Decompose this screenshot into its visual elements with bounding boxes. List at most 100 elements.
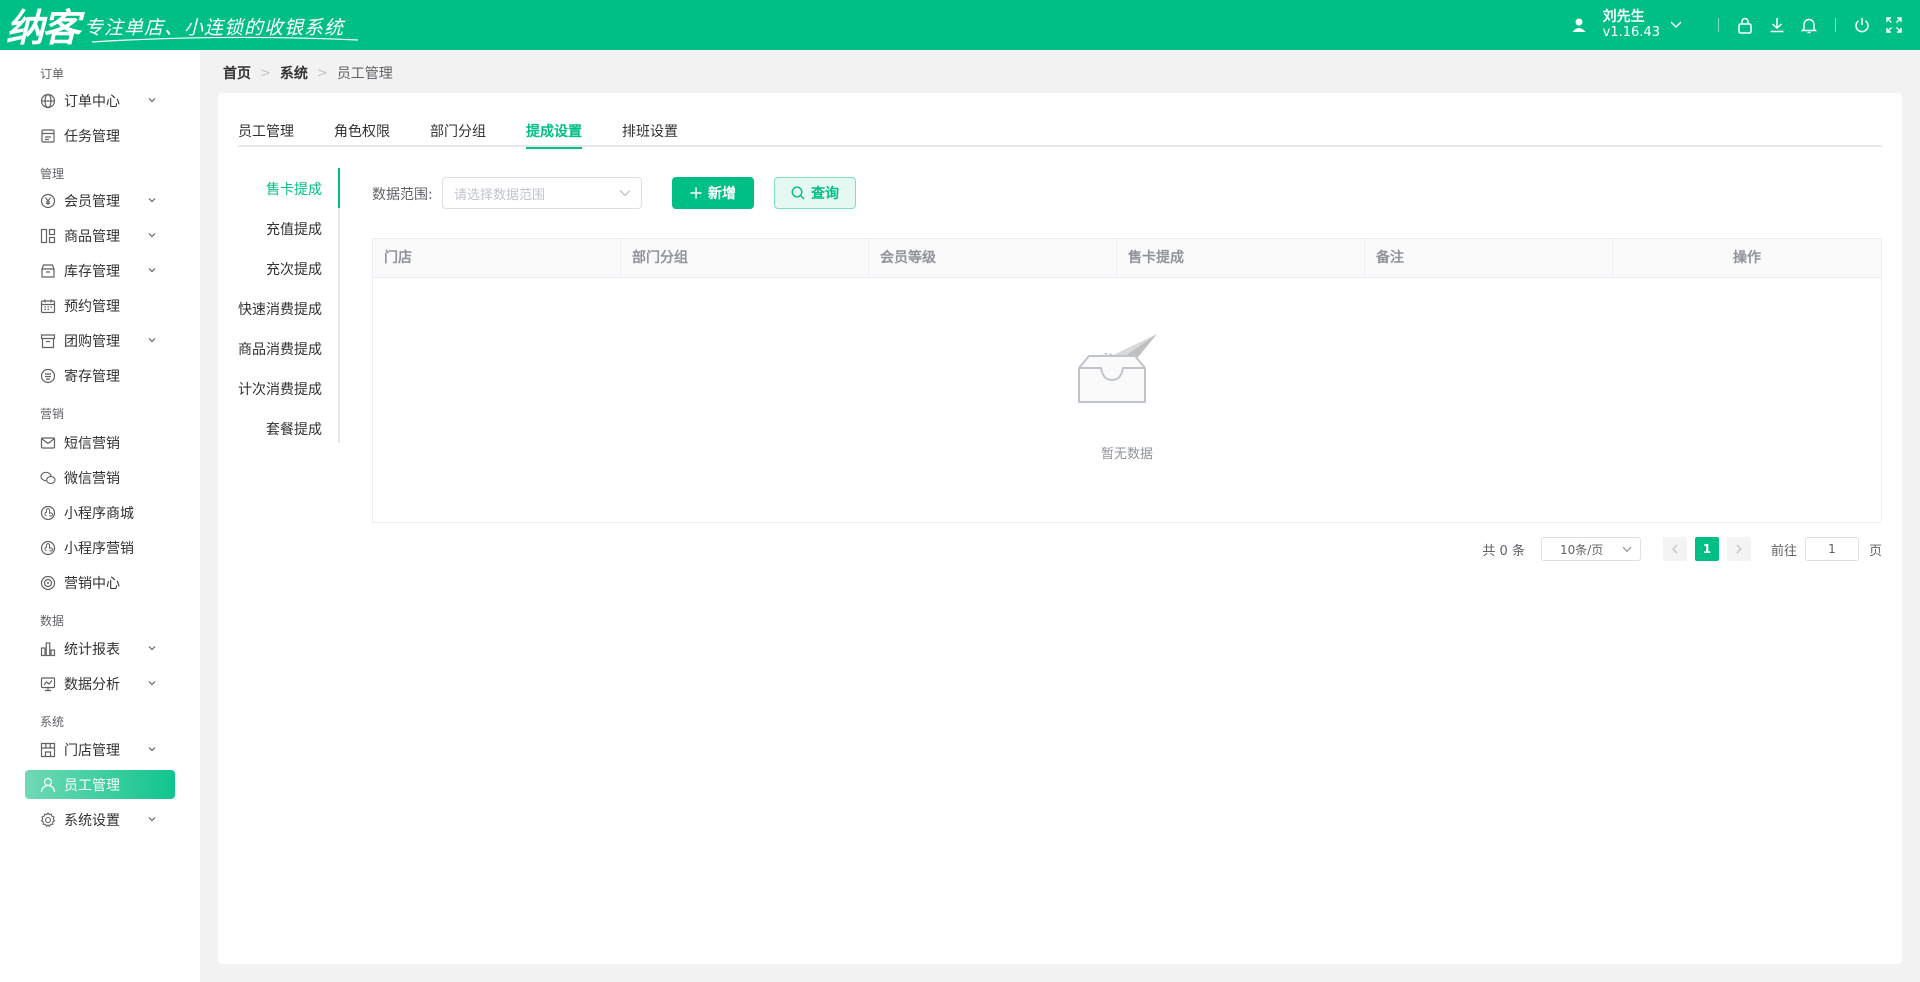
tab-commission[interactable]: 提成设置 [526, 121, 582, 149]
side-tab-count-consume[interactable]: 计次消费提成 [238, 379, 322, 399]
add-button[interactable]: 新增 [672, 177, 754, 209]
tab-staff[interactable]: 员工管理 [238, 121, 294, 147]
chevron-down-icon [619, 190, 631, 197]
sidebar-group-order: 订单 [40, 67, 65, 81]
table-header: 门店 部门分组 会员等级 售卡提成 备注 操作 [373, 239, 1881, 278]
target-icon [40, 575, 56, 591]
chevron-down-icon [148, 681, 156, 686]
side-tab-recharge[interactable]: 充值提成 [266, 219, 322, 239]
sidebar-item-label: 微信营销 [64, 470, 120, 487]
wechat-icon [40, 470, 56, 486]
top-header: 纳客 专注单店、小连锁的收银系统 刘先生 v1.16.43 [0, 0, 1920, 50]
top-tabs: 员工管理 角色权限 部门分组 提成设置 排班设置 [238, 121, 1882, 149]
sidebar-item-reports[interactable]: 统计报表 [25, 634, 175, 663]
person-icon [40, 777, 56, 793]
column-header-store: 门店 [373, 239, 621, 278]
sidebar-item-tasks[interactable]: 任务管理 [25, 121, 175, 150]
store-icon [40, 333, 56, 349]
sidebar-item-inventory[interactable]: 库存管理 [25, 256, 175, 285]
sidebar-item-settings[interactable]: 系统设置 [25, 805, 175, 834]
sidebar-item-label: 库存管理 [64, 263, 120, 280]
app-version: v1.16.43 [1602, 25, 1660, 40]
data-range-select[interactable]: 请选择数据范围 [442, 177, 642, 209]
bell-icon[interactable] [1799, 15, 1819, 35]
sidebar-group-data: 数据 [40, 614, 65, 628]
breadcrumb-system[interactable]: 系统 [280, 63, 308, 83]
side-tab-package[interactable]: 套餐提成 [266, 419, 322, 439]
column-header-member-level: 会员等级 [869, 239, 1117, 278]
task-icon [40, 128, 56, 144]
breadcrumb: 首页 > 系统 > 员工管理 [223, 63, 393, 83]
gear-icon [40, 811, 56, 828]
sidebar-item-booking[interactable]: 预约管理 [25, 291, 175, 320]
power-icon[interactable] [1852, 15, 1872, 35]
column-header-remark: 备注 [1365, 239, 1613, 278]
globe-icon [40, 93, 56, 109]
column-header-actions: 操作 [1733, 250, 1761, 266]
goto-page-input[interactable]: 1 [1804, 537, 1859, 561]
column-header-card-commission: 售卡提成 [1117, 239, 1365, 278]
monitor-icon [40, 676, 56, 692]
page-number-current[interactable]: 1 [1694, 537, 1719, 561]
box-icon [40, 263, 56, 279]
miniapp-icon [40, 505, 56, 521]
empty-inbox-icon [1078, 334, 1157, 403]
chevron-down-icon [148, 817, 156, 822]
plus-icon [690, 187, 702, 199]
yen-icon [40, 193, 56, 209]
sidebar-item-label: 小程序商城 [64, 505, 134, 522]
goto-suffix: 页 [1868, 543, 1882, 559]
user-icon [1569, 15, 1589, 35]
page-size-value: 10条/页 [1559, 542, 1604, 557]
breadcrumb-home[interactable]: 首页 [223, 63, 251, 83]
side-tab-product-consume[interactable]: 商品消费提成 [238, 339, 322, 359]
side-tab-recharge-count[interactable]: 充次提成 [266, 259, 322, 279]
sidebar-item-stores[interactable]: 门店管理 [25, 735, 175, 764]
sidebar-item-wechat-marketing[interactable]: 微信营销 [25, 463, 175, 492]
chevron-left-icon [1672, 544, 1678, 554]
chevron-down-icon [148, 233, 156, 238]
sidebar-item-order-center[interactable]: 订单中心 [25, 86, 175, 115]
sidebar-item-miniapp-marketing[interactable]: 小程序营销 [25, 533, 175, 562]
sidebar-item-label: 订单中心 [64, 93, 120, 110]
data-range-placeholder: 请选择数据范围 [454, 187, 546, 203]
column-header-department: 部门分组 [621, 239, 869, 278]
page-size-select[interactable]: 10条/页 [1540, 537, 1641, 561]
header-divider [1835, 18, 1836, 32]
side-tab-quick-consume[interactable]: 快速消费提成 [238, 299, 322, 319]
commission-table: 门店 部门分组 会员等级 售卡提成 备注 操作 暂无数据 [372, 238, 1882, 523]
side-tab-card-sale[interactable]: 售卡提成 [266, 179, 322, 199]
download-icon[interactable] [1767, 15, 1787, 35]
prev-page-button[interactable] [1662, 537, 1687, 561]
sidebar-item-staff[interactable]: 员工管理 [25, 770, 175, 799]
sidebar-item-sms-marketing[interactable]: 短信营销 [25, 428, 175, 457]
tab-roles[interactable]: 角色权限 [334, 121, 390, 147]
user-menu[interactable]: 刘先生 v1.16.43 [1563, 9, 1692, 41]
breadcrumb-separator: > [316, 65, 328, 81]
sidebar-item-deposit[interactable]: 寄存管理 [25, 361, 175, 390]
sidebar-item-products[interactable]: 商品管理 [25, 221, 175, 250]
query-button-label: 查询 [811, 186, 839, 202]
sidebar-item-group-buy[interactable]: 团购管理 [25, 326, 175, 355]
fullscreen-icon[interactable] [1884, 15, 1904, 35]
sidebar-item-members[interactable]: 会员管理 [25, 186, 175, 215]
chevron-down-icon [148, 198, 156, 203]
sidebar-item-label: 短信营销 [64, 435, 120, 452]
sidebar-item-miniapp-mall[interactable]: 小程序商城 [25, 498, 175, 527]
sidebar-item-marketing-center[interactable]: 营销中心 [25, 568, 175, 597]
sidebar-group-marketing: 营销 [40, 407, 65, 421]
next-page-button[interactable] [1726, 537, 1751, 561]
query-button[interactable]: 查询 [774, 177, 856, 209]
sidebar-item-data-analysis[interactable]: 数据分析 [25, 669, 175, 698]
lock-icon[interactable] [1735, 15, 1755, 35]
sidebar-item-label: 营销中心 [64, 575, 120, 592]
breadcrumb-separator: > [260, 65, 271, 81]
empty-text: 暂无数据 [1100, 447, 1153, 462]
tab-departments[interactable]: 部门分组 [430, 121, 486, 147]
mail-icon [40, 435, 56, 451]
sidebar-group-manage: 管理 [40, 167, 65, 181]
tab-scheduling[interactable]: 排班设置 [622, 121, 678, 147]
sidebar-item-label: 会员管理 [64, 193, 120, 210]
sidebar-item-label: 团购管理 [64, 333, 120, 350]
shop-icon [40, 742, 56, 758]
